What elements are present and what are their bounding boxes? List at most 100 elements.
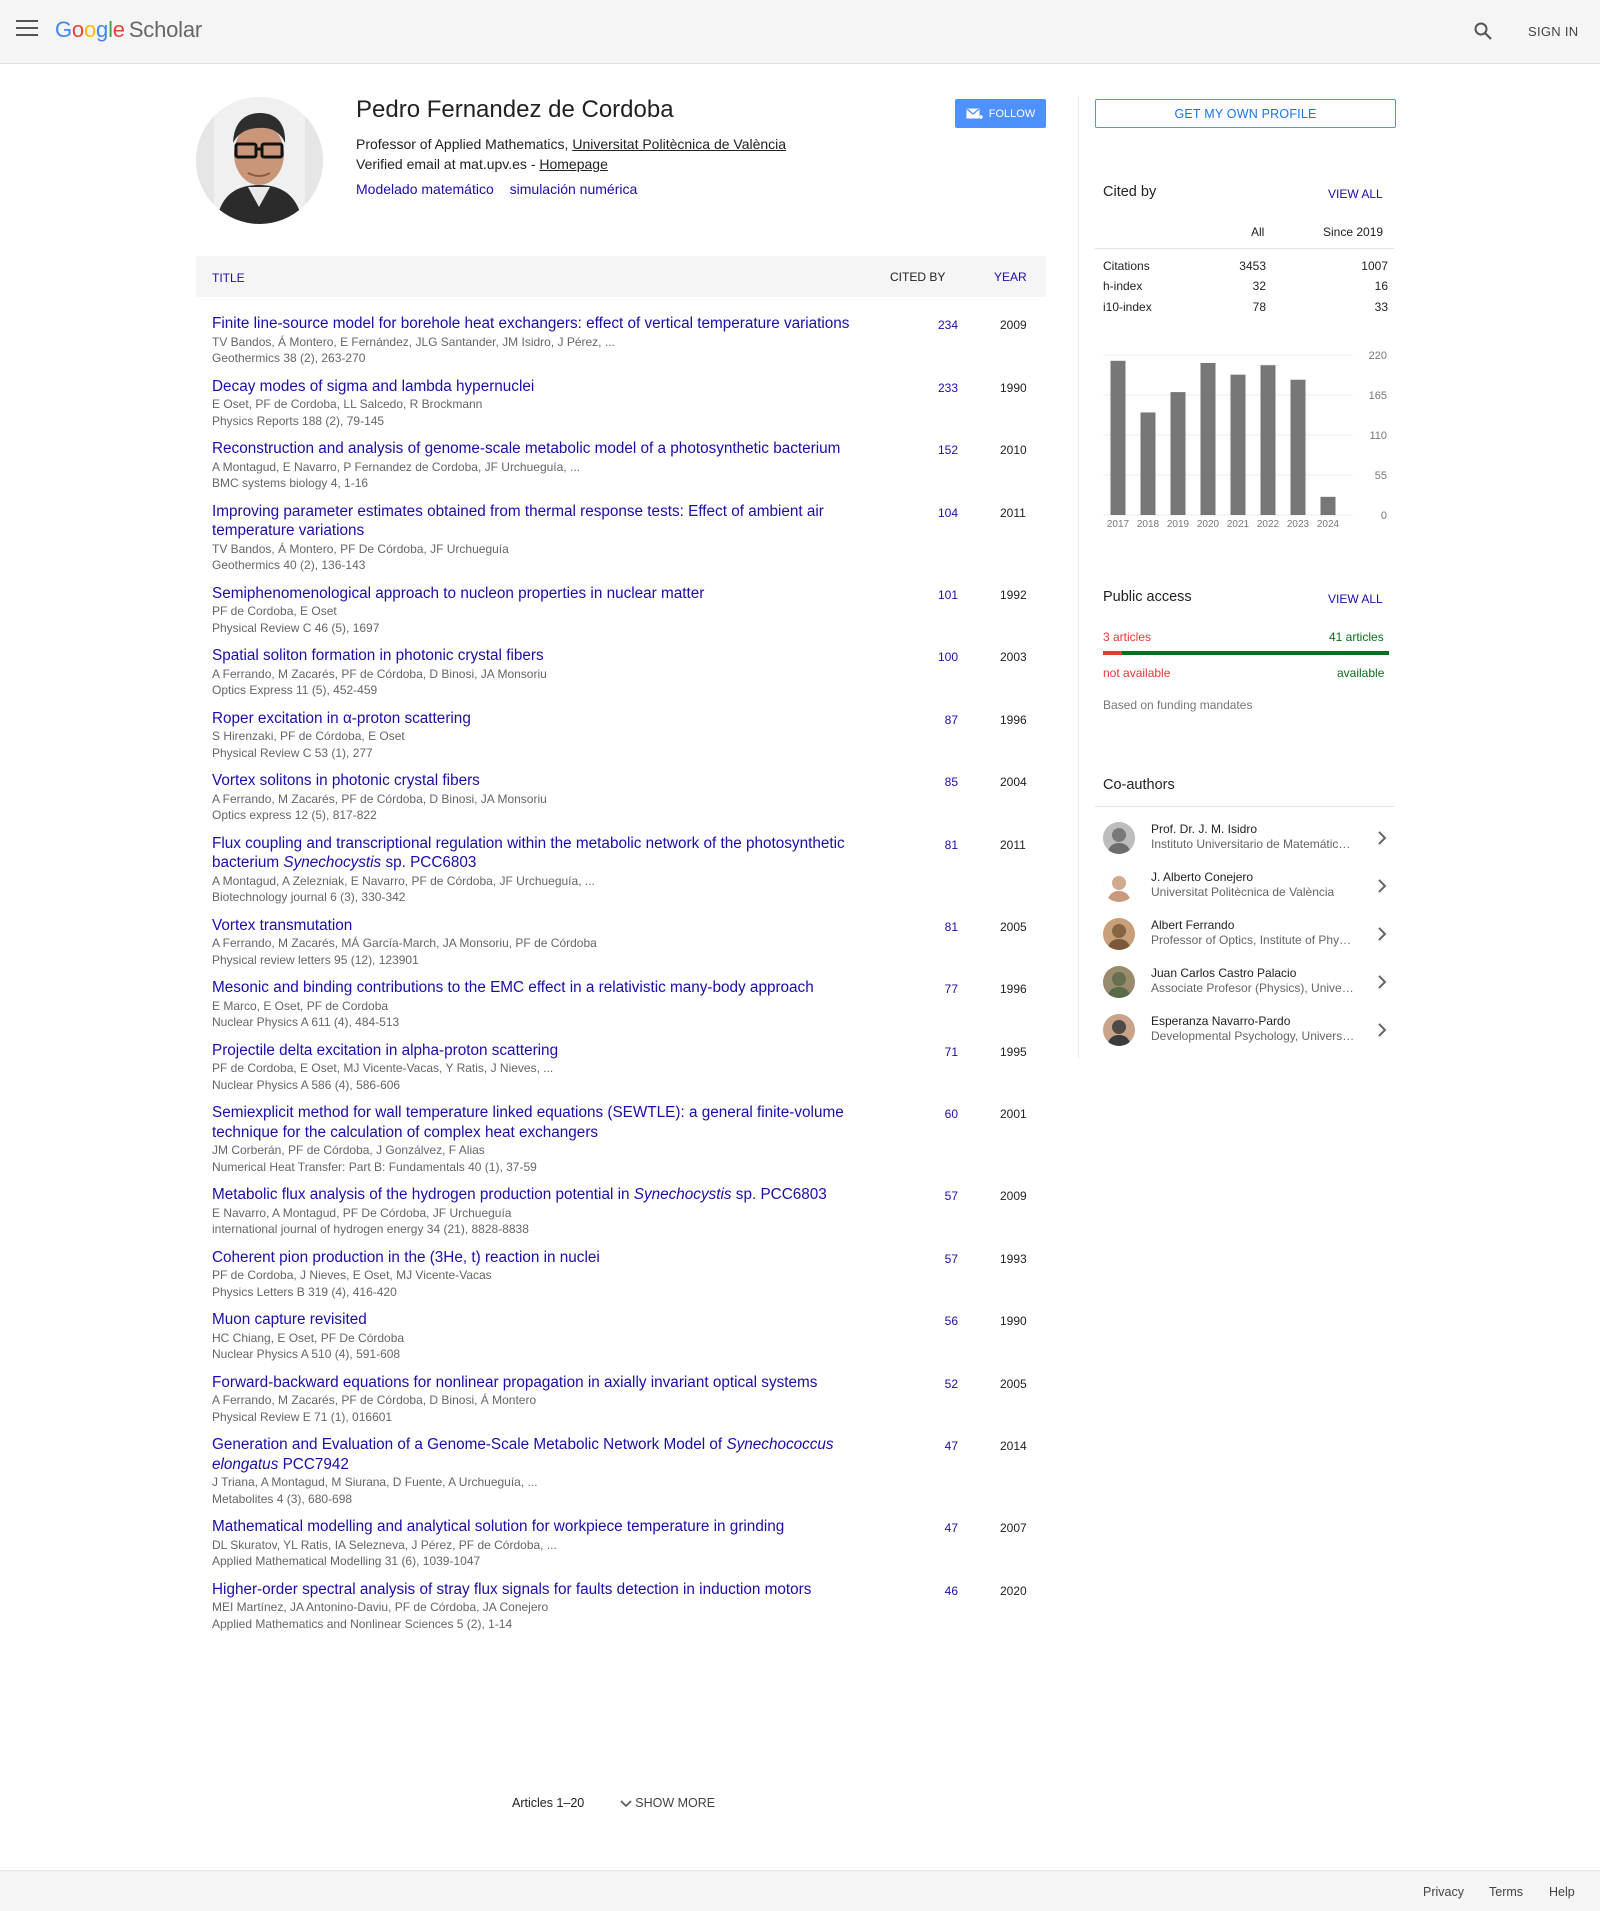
article-title[interactable]: Semiexplicit method for wall temperature…	[212, 1103, 872, 1142]
cited-by-count[interactable]: 104	[928, 506, 958, 520]
article-title[interactable]: Metabolic flux analysis of the hydrogen …	[212, 1185, 872, 1205]
chevron-right-icon	[1378, 831, 1387, 845]
article-venue: Physical Review C 46 (5), 1697	[212, 620, 380, 635]
coauthor-item[interactable]: Esperanza Navarro-Pardo Developmental Psy…	[1103, 1010, 1393, 1050]
article-row: Improving parameter estimates obtained f…	[196, 500, 1046, 582]
affiliation-link[interactable]: Universitat Politècnica de València	[572, 136, 786, 152]
search-icon[interactable]	[1473, 21, 1493, 41]
citation-bar[interactable]	[1170, 392, 1186, 515]
article-title[interactable]: Vortex solitons in photonic crystal fibe…	[212, 771, 872, 791]
cited-by-count[interactable]: 234	[928, 318, 958, 332]
help-link[interactable]: Help	[1549, 1885, 1575, 1899]
cited-by-count[interactable]: 71	[928, 1045, 958, 1059]
article-title[interactable]: Mathematical modelling and analytical so…	[212, 1517, 872, 1537]
stat-all: 78	[1252, 300, 1266, 314]
logo-product: Scholar	[128, 17, 203, 42]
cited-by-count[interactable]: 101	[928, 588, 958, 602]
sign-in-link[interactable]: SIGN IN	[1528, 24, 1579, 39]
article-row: Muon capture revisited HC Chiang, E Oset,…	[196, 1308, 1046, 1371]
chevron-right-icon	[1378, 1023, 1387, 1037]
get-my-own-profile-button[interactable]: GET MY OWN PROFILE	[1095, 99, 1396, 128]
coauthor-item[interactable]: Albert Ferrando Professor of Optics, Inst…	[1103, 914, 1393, 954]
cited-by-count[interactable]: 46	[928, 1584, 958, 1598]
article-authors: E Marco, E Oset, PF de Cordoba	[212, 998, 389, 1013]
interest-link[interactable]: Modelado matemático	[356, 181, 494, 197]
article-venue: Applied Mathematical Modelling 31 (6), 1…	[212, 1554, 481, 1568]
citation-bar[interactable]	[1200, 363, 1216, 515]
chevron-right-icon	[1378, 975, 1387, 989]
article-title[interactable]: Decay modes of sigma and lambda hypernuc…	[212, 377, 872, 397]
cited-by-count[interactable]: 85	[928, 775, 958, 789]
sort-by-title[interactable]: TITLE	[212, 271, 245, 285]
menu-icon[interactable]	[16, 20, 38, 38]
article-title[interactable]: Forward-backward equations for nonlinear…	[212, 1373, 872, 1393]
article-venue: BMC systems biology 4, 1-16	[212, 476, 369, 490]
google-scholar-logo[interactable]: Google Scholar	[55, 17, 202, 43]
privacy-link[interactable]: Privacy	[1423, 1885, 1464, 1899]
article-title[interactable]: Spatial soliton formation in photonic cr…	[212, 646, 872, 666]
article-title[interactable]: Reconstruction and analysis of genome-sc…	[212, 439, 872, 459]
terms-link[interactable]: Terms	[1489, 1885, 1523, 1899]
cited-by-count[interactable]: 60	[928, 1107, 958, 1121]
coauthor-name: Prof. Dr. J. M. Isidro	[1151, 822, 1258, 836]
stat-label: i10-index	[1103, 300, 1152, 314]
col-all: All	[1251, 225, 1265, 239]
follow-button[interactable]: FOLLOW	[955, 99, 1046, 128]
cited-by-count[interactable]: 57	[928, 1189, 958, 1203]
cited-by-count[interactable]: 56	[928, 1314, 958, 1328]
homepage-link[interactable]: Homepage	[539, 156, 608, 172]
coauthor-item[interactable]: J. Alberto Conejero Universitat Politècni…	[1103, 866, 1393, 906]
article-title[interactable]: Mesonic and binding contributions to the…	[212, 978, 872, 998]
article-year: 2014	[1000, 1439, 1027, 1453]
article-year: 1995	[1000, 1044, 1027, 1059]
article-row: Generation and Evaluation of a Genome-Sc…	[196, 1433, 1046, 1515]
cited-by-count[interactable]: 152	[928, 443, 958, 457]
top-bar: Google Scholar SIGN IN	[0, 0, 1600, 64]
article-title[interactable]: Vortex transmutation	[212, 916, 872, 936]
cited-by-count[interactable]: 233	[928, 381, 958, 395]
article-year: 2005	[1000, 919, 1027, 934]
divider	[1095, 248, 1394, 249]
article-row: Projectile delta excitation in alpha-pro…	[196, 1039, 1046, 1102]
coauthor-item[interactable]: Prof. Dr. J. M. Isidro Instituto Universi…	[1103, 818, 1393, 858]
cited-by-count[interactable]: 77	[928, 982, 958, 996]
article-title[interactable]: Higher-order spectral analysis of stray …	[212, 1580, 872, 1600]
sort-by-year[interactable]: YEAR	[994, 270, 1027, 284]
article-title[interactable]: Projectile delta excitation in alpha-pro…	[212, 1041, 872, 1061]
public-access-title: Public access	[1103, 589, 1192, 605]
public-access-view-all[interactable]: VIEW ALL	[1328, 592, 1383, 606]
citation-bar[interactable]	[1140, 412, 1156, 515]
article-title[interactable]: Semiphenomenological approach to nucleon…	[212, 584, 872, 604]
citation-bar[interactable]	[1290, 379, 1306, 515]
footer: Privacy Terms Help	[0, 1870, 1600, 1911]
article-year: 2011	[1000, 837, 1026, 852]
cited-by-count[interactable]: 47	[928, 1439, 958, 1453]
cited-by-view-all[interactable]: VIEW ALL	[1328, 187, 1383, 201]
article-title[interactable]: Generation and Evaluation of a Genome-Sc…	[212, 1435, 872, 1474]
cited-by-count[interactable]: 81	[928, 838, 958, 852]
article-title[interactable]: Roper excitation in α-proton scattering	[212, 709, 872, 729]
coauthor-avatar	[1103, 1014, 1135, 1046]
cited-by-count[interactable]: 57	[928, 1252, 958, 1266]
article-title[interactable]: Finite line-source model for borehole he…	[212, 314, 872, 334]
citation-bar[interactable]	[1230, 374, 1246, 515]
article-title[interactable]: Coherent pion production in the (3He, t)…	[212, 1248, 872, 1268]
cited-by-count[interactable]: 87	[928, 713, 958, 727]
citation-bar[interactable]	[1320, 496, 1336, 515]
not-available-count[interactable]: 3 articles	[1103, 630, 1151, 644]
cited-by-count[interactable]: 100	[928, 650, 958, 664]
article-venue: Physical Review E 71 (1), 016601	[212, 1409, 393, 1424]
cited-by-count[interactable]: 52	[928, 1377, 958, 1391]
citation-bar[interactable]	[1260, 365, 1276, 515]
coauthor-item[interactable]: Juan Carlos Castro Palacio Associate Prof…	[1103, 962, 1393, 1002]
interest-link[interactable]: simulación numérica	[510, 181, 638, 197]
citation-bar[interactable]	[1110, 360, 1126, 515]
cited-by-count[interactable]: 81	[928, 920, 958, 934]
articles-range: Articles 1–20	[512, 1796, 585, 1810]
article-title[interactable]: Muon capture revisited	[212, 1310, 872, 1330]
article-title[interactable]: Improving parameter estimates obtained f…	[212, 502, 872, 541]
available-count[interactable]: 41 articles	[1329, 630, 1384, 644]
cited-by-count[interactable]: 47	[928, 1521, 958, 1535]
article-title[interactable]: Flux coupling and transcriptional regula…	[212, 834, 872, 873]
show-more-button[interactable]: SHOW MORE	[616, 1796, 715, 1810]
